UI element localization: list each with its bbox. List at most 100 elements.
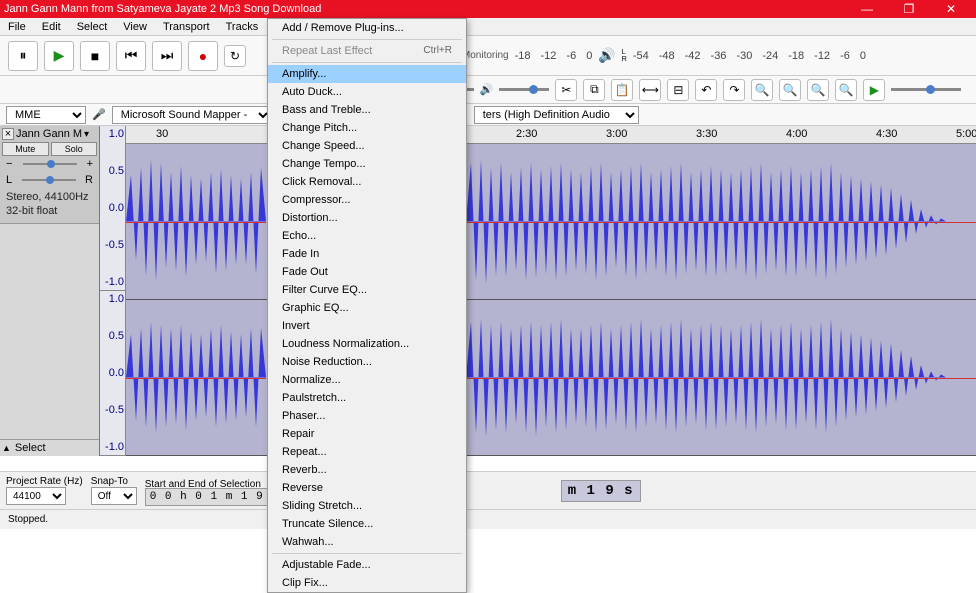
- waveform-right-channel[interactable]: [126, 300, 976, 456]
- effect-fade-out[interactable]: Fade Out: [268, 263, 466, 281]
- track-name[interactable]: Jann Gann M: [16, 128, 82, 140]
- record-button[interactable]: ●: [188, 41, 218, 71]
- effect-phaser[interactable]: Phaser...: [268, 407, 466, 425]
- meter-tick: -6: [840, 50, 850, 62]
- effect-clip-fix[interactable]: Clip Fix...: [268, 574, 466, 592]
- skip-end-button[interactable]: ⏭: [152, 41, 182, 71]
- menu-edit[interactable]: Edit: [34, 19, 69, 35]
- effect-reverse[interactable]: Reverse: [268, 479, 466, 497]
- close-button[interactable]: ✕: [942, 2, 960, 16]
- waveform-area[interactable]: 30 2:30 3:00 3:30 4:00 4:30 5:00: [126, 126, 976, 456]
- waveform-left-channel[interactable]: [126, 144, 976, 300]
- time-ruler[interactable]: 30 2:30 3:00 3:30 4:00 4:30 5:00: [126, 126, 976, 144]
- undo-button[interactable]: ↶: [695, 79, 717, 101]
- effect-graphic-eq[interactable]: Graphic EQ...: [268, 299, 466, 317]
- maximize-button[interactable]: ❐: [900, 2, 918, 16]
- copy-button[interactable]: ⧉: [583, 79, 605, 101]
- meter-tick: -36: [711, 50, 727, 62]
- menu-select[interactable]: Select: [69, 19, 116, 35]
- mute-button[interactable]: Mute: [2, 142, 49, 156]
- zoom-in-button[interactable]: 🔍: [751, 79, 773, 101]
- silence-button[interactable]: ⊟: [667, 79, 689, 101]
- track-bitdepth: 32-bit float: [6, 204, 93, 218]
- effect-auto-duck[interactable]: Auto Duck...: [268, 83, 466, 101]
- edit-toolbar: 🎤 🔊 ✂ ⧉ 📋 ⟷ ⊟ ↶ ↷ 🔍 🔍 🔍 🔍 ▶: [0, 76, 976, 104]
- effect-wahwah[interactable]: Wahwah...: [268, 533, 466, 551]
- time-tick: 4:00: [786, 128, 807, 140]
- menu-view[interactable]: View: [115, 19, 155, 35]
- loop-button[interactable]: ↻: [224, 45, 246, 67]
- status-area: Project Rate (Hz) 44100 Snap-To Off Star…: [0, 471, 976, 529]
- select-track-button[interactable]: Select: [15, 442, 46, 454]
- scale-tick: 1.0: [101, 128, 124, 140]
- play-speed-slider[interactable]: [891, 88, 961, 91]
- effect-change-tempo[interactable]: Change Tempo...: [268, 155, 466, 173]
- effect-amplify[interactable]: Amplify...: [268, 65, 466, 83]
- effect-truncate-silence[interactable]: Truncate Silence...: [268, 515, 466, 533]
- zoom-out-button[interactable]: 🔍: [779, 79, 801, 101]
- output-meter: -54 -48 -42 -36 -30 -24 -18 -12 -6 0: [633, 50, 866, 62]
- track-close-button[interactable]: ×: [2, 128, 14, 140]
- pause-button[interactable]: ⏸: [8, 41, 38, 71]
- gain-slider[interactable]: [23, 163, 77, 165]
- host-select[interactable]: MME: [6, 106, 86, 124]
- output-device-select[interactable]: ters (High Definition Audio: [474, 106, 639, 124]
- pan-slider[interactable]: [22, 179, 76, 181]
- track-header: × Jann Gann M▾ Mute Solo − + L R Stereo,…: [0, 126, 99, 224]
- menu-transport[interactable]: Transport: [155, 19, 218, 35]
- effect-bass-treble[interactable]: Bass and Treble...: [268, 101, 466, 119]
- zoom-fit-button[interactable]: 🔍: [835, 79, 857, 101]
- minimize-button[interactable]: —: [858, 2, 876, 16]
- effect-distortion[interactable]: Distortion...: [268, 209, 466, 227]
- collapse-icon[interactable]: ▲: [2, 443, 11, 453]
- time-tick: 2:30: [516, 128, 537, 140]
- effect-loudness-norm[interactable]: Loudness Normalization...: [268, 335, 466, 353]
- audio-position-display: m 1 9 s: [561, 480, 641, 502]
- snap-to-select[interactable]: Off: [91, 487, 137, 505]
- effect-repeat[interactable]: Repeat...: [268, 443, 466, 461]
- skip-start-button[interactable]: ⏮: [116, 41, 146, 71]
- zoom-sel-button[interactable]: 🔍: [807, 79, 829, 101]
- track-rate: Stereo, 44100Hz: [6, 190, 93, 204]
- effect-change-speed[interactable]: Change Speed...: [268, 137, 466, 155]
- meter-tick: -30: [736, 50, 752, 62]
- menu-tracks[interactable]: Tracks: [218, 19, 267, 35]
- effect-paulstretch[interactable]: Paulstretch...: [268, 389, 466, 407]
- time-tick: 30: [156, 128, 168, 140]
- effect-reverb[interactable]: Reverb...: [268, 461, 466, 479]
- menu-file[interactable]: File: [0, 19, 34, 35]
- workspace: × Jann Gann M▾ Mute Solo − + L R Stereo,…: [0, 126, 976, 456]
- effect-add-remove-plugins[interactable]: Add / Remove Plug-ins...: [268, 19, 466, 37]
- effect-noise-reduction[interactable]: Noise Reduction...: [268, 353, 466, 371]
- effect-filter-curve[interactable]: Filter Curve EQ...: [268, 281, 466, 299]
- meter-tick: -6: [566, 50, 576, 62]
- effect-normalize[interactable]: Normalize...: [268, 371, 466, 389]
- pan-right-label: R: [85, 174, 93, 186]
- snap-to-label: Snap-To: [91, 476, 137, 487]
- cut-button[interactable]: ✂: [555, 79, 577, 101]
- meter-tick: -12: [541, 50, 557, 62]
- device-toolbar: MME 🎤 Microsoft Sound Mapper - Input ter…: [0, 104, 976, 126]
- play-region-button[interactable]: ▶: [863, 79, 885, 101]
- effect-invert[interactable]: Invert: [268, 317, 466, 335]
- meter-tick: -18: [788, 50, 804, 62]
- effect-adjustable-fade[interactable]: Adjustable Fade...: [268, 556, 466, 574]
- input-device-select[interactable]: Microsoft Sound Mapper - Input: [112, 106, 272, 124]
- trim-button[interactable]: ⟷: [639, 79, 661, 101]
- solo-button[interactable]: Solo: [51, 142, 98, 156]
- effect-compressor[interactable]: Compressor...: [268, 191, 466, 209]
- play-button[interactable]: ▶: [44, 41, 74, 71]
- time-tick: 3:30: [696, 128, 717, 140]
- project-rate-select[interactable]: 44100: [6, 487, 66, 505]
- effect-change-pitch[interactable]: Change Pitch...: [268, 119, 466, 137]
- effect-echo[interactable]: Echo...: [268, 227, 466, 245]
- output-volume-slider[interactable]: [499, 88, 549, 91]
- paste-button[interactable]: 📋: [611, 79, 633, 101]
- scale-tick: 0.5: [101, 165, 124, 177]
- effect-fade-in[interactable]: Fade In: [268, 245, 466, 263]
- effect-sliding-stretch[interactable]: Sliding Stretch...: [268, 497, 466, 515]
- effect-click-removal[interactable]: Click Removal...: [268, 173, 466, 191]
- effect-repair[interactable]: Repair: [268, 425, 466, 443]
- stop-button[interactable]: ■: [80, 41, 110, 71]
- redo-button[interactable]: ↷: [723, 79, 745, 101]
